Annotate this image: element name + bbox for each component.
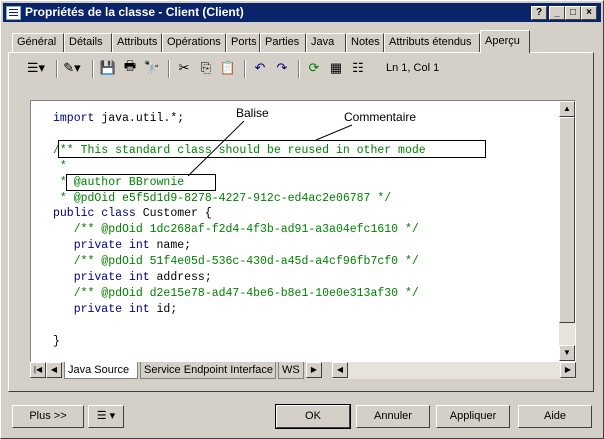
tab-preview[interactable]: Aperçu (480, 30, 530, 53)
tab-java-source[interactable]: Java Source (64, 362, 138, 379)
help-button[interactable]: Aide (518, 405, 592, 428)
properties-dropdown-button[interactable]: ☰ ▾ (88, 405, 124, 428)
commentaire-pointer (315, 124, 353, 141)
apply-button[interactable]: Appliquer (436, 405, 510, 428)
tag-highlight-box (66, 174, 216, 191)
more-button[interactable]: Plus >> (12, 405, 84, 428)
cancel-button[interactable]: Annuler (356, 405, 430, 428)
ok-button[interactable]: OK (275, 404, 351, 429)
list-icon: ☰ ▾ (96, 410, 116, 422)
comment-highlight-box (58, 140, 486, 158)
